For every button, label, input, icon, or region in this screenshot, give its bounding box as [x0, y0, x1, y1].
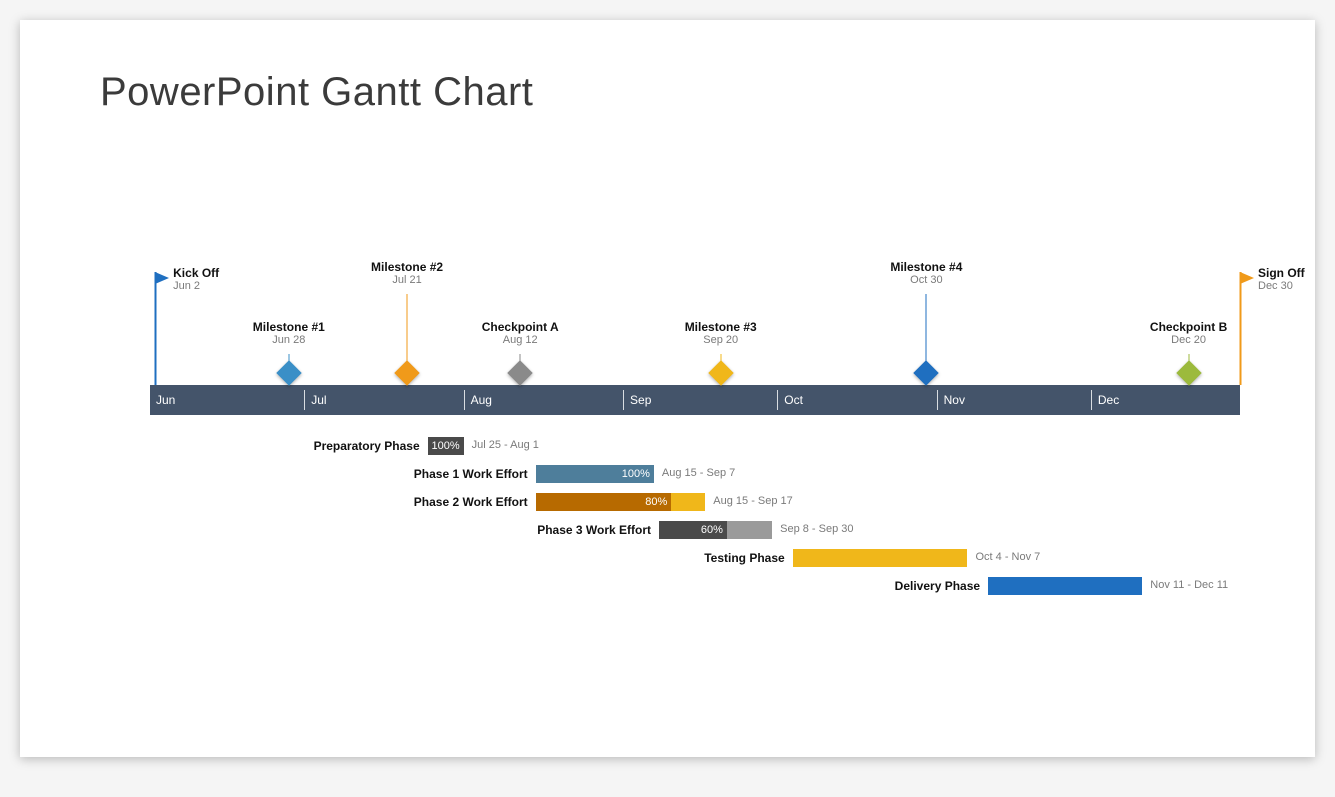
task-range: Oct 4 - Nov 7 [976, 551, 1041, 563]
task-label: Testing Phase [150, 551, 785, 565]
task-bar: 60% [659, 521, 772, 539]
milestone-date: Jul 21 [371, 274, 443, 286]
task-row: Preparatory Phase 100% Jul 25 - Aug 1 [150, 435, 1240, 463]
gantt-chart: Jun Jul Aug Sep Oct Nov Dec Preparatory Phase 1… [150, 260, 1240, 680]
task-bar-fill: 60% [659, 521, 727, 539]
task-bar: 80% [536, 493, 706, 511]
milestone-label: Milestone #1 [253, 320, 325, 334]
milestone-date: Jun 2 [173, 280, 219, 292]
axis-tick-label: Nov [944, 393, 965, 407]
task-bar-bg [988, 577, 1142, 595]
milestone-date: Sep 20 [685, 334, 757, 346]
axis-tick: Nov [937, 385, 965, 415]
task-range: Jul 25 - Aug 1 [472, 439, 539, 451]
task-label: Phase 1 Work Effort [150, 467, 528, 481]
task-label: Phase 2 Work Effort [150, 495, 528, 509]
milestone-date: Dec 30 [1258, 280, 1305, 292]
milestone-date: Dec 20 [1150, 334, 1227, 346]
axis-tick-label: Aug [471, 393, 492, 407]
axis-tick: Aug [464, 385, 492, 415]
page-title: PowerPoint Gantt Chart [100, 70, 533, 115]
diamond-icon [1176, 360, 1201, 385]
task-range: Sep 8 - Sep 30 [780, 523, 853, 535]
milestone-date: Oct 30 [890, 274, 962, 286]
diamond-icon [708, 360, 733, 385]
slide: PowerPoint Gantt Chart Jun Jul Aug Sep Oct No… [20, 20, 1315, 757]
task-bar [988, 577, 1142, 595]
axis-tick-label: Sep [630, 393, 651, 407]
task-bar: 100% [428, 437, 464, 455]
milestone-label: Sign Off [1258, 266, 1305, 280]
month-axis: Jun Jul Aug Sep Oct Nov Dec [150, 385, 1240, 415]
task-row: Testing Phase Oct 4 - Nov 7 [150, 547, 1240, 575]
milestone-date: Aug 12 [482, 334, 559, 346]
task-row: Phase 2 Work Effort 80% Aug 15 - Sep 17 [150, 491, 1240, 519]
axis-tick-label: Jul [311, 393, 326, 407]
milestone-label: Milestone #3 [685, 320, 757, 334]
task-label: Delivery Phase [150, 579, 980, 593]
gantt-tasks: Preparatory Phase 100% Jul 25 - Aug 1 Phase… [150, 435, 1240, 603]
milestone-label: Milestone #2 [371, 260, 443, 274]
task-bar-fill: 80% [536, 493, 672, 511]
axis-tick-label: Jun [156, 393, 175, 407]
milestone-label: Checkpoint A [482, 320, 559, 334]
task-bar [793, 549, 968, 567]
diamond-icon [276, 360, 301, 385]
flagpole [1240, 272, 1242, 385]
task-range: Aug 15 - Sep 7 [662, 467, 735, 479]
task-label: Preparatory Phase [150, 439, 420, 453]
axis-tick-label: Oct [784, 393, 803, 407]
task-bar-fill: 100% [536, 465, 654, 483]
axis-tick: Jul [304, 385, 326, 415]
task-bar-bg [793, 549, 968, 567]
axis-tick-label: Dec [1098, 393, 1119, 407]
flag-icon [1240, 272, 1254, 284]
milestone-date: Jun 28 [253, 334, 325, 346]
milestone-label: Milestone #4 [890, 260, 962, 274]
task-bar-fill: 100% [428, 437, 464, 455]
milestone-label: Checkpoint B [1150, 320, 1227, 334]
diamond-icon [394, 360, 419, 385]
task-label: Phase 3 Work Effort [150, 523, 651, 537]
diamond-icon [914, 360, 939, 385]
axis-tick: Dec [1091, 385, 1119, 415]
milestone-label: Kick Off [173, 266, 219, 280]
task-bar: 100% [536, 465, 654, 483]
flag-icon [155, 272, 169, 284]
axis-tick: Oct [777, 385, 803, 415]
task-row: Delivery Phase Nov 11 - Dec 11 [150, 575, 1240, 603]
flagpole [155, 272, 157, 385]
diamond-icon [507, 360, 532, 385]
task-row: Phase 1 Work Effort 100% Aug 15 - Sep 7 [150, 463, 1240, 491]
task-range: Nov 11 - Dec 11 [1150, 579, 1228, 591]
task-row: Phase 3 Work Effort 60% Sep 8 - Sep 30 [150, 519, 1240, 547]
axis-tick: Jun [150, 385, 175, 415]
task-range: Aug 15 - Sep 17 [713, 495, 793, 507]
axis-tick: Sep [623, 385, 651, 415]
